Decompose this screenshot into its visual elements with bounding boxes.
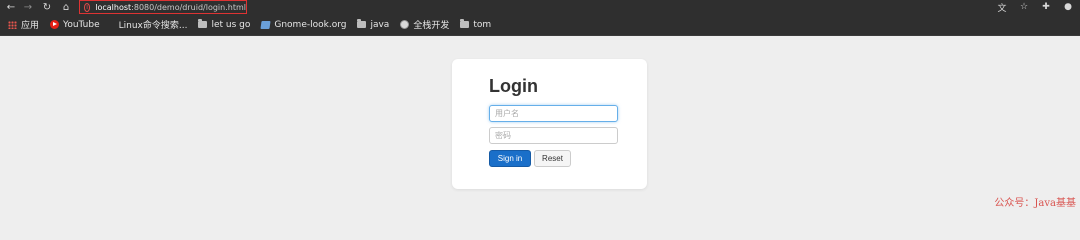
info-icon[interactable]: i — [84, 2, 91, 12]
bookmark-label: Linux命令搜索... — [118, 21, 188, 31]
bookmark-label: tom — [473, 19, 492, 30]
globe-icon — [400, 20, 410, 29]
reload-icon[interactable]: ↻ — [40, 0, 54, 14]
folder-icon — [357, 19, 367, 28]
bookmark-label: java — [370, 19, 390, 30]
password-input[interactable] — [489, 127, 618, 144]
sign-in-button[interactable]: Sign in — [489, 150, 531, 167]
page-content: Login Sign in Reset 公众号：Java基基 — [0, 36, 1080, 213]
bookmark-tom[interactable]: tom — [460, 19, 492, 30]
bookmark-apps[interactable]: 应用 — [8, 18, 39, 31]
url-text: localhost:8080/demo/druid/login.html — [95, 3, 246, 12]
bookmarks-bar: 应用 YouTube Linux命令搜索... let us go Gnome-… — [0, 14, 1080, 36]
bookmark-label: let us go — [211, 19, 251, 30]
reset-button[interactable]: Reset — [534, 150, 571, 167]
bookmark-let-us-go[interactable]: let us go — [198, 19, 251, 30]
toolbar-right-icons: 文 ☆ ✚ ● — [996, 0, 1074, 14]
folder-icon — [198, 19, 208, 28]
login-card: Login Sign in Reset — [452, 59, 647, 189]
bookmark-label: YouTube — [63, 19, 100, 30]
bookmark-gnome-look[interactable]: Gnome-look.org — [260, 19, 347, 30]
youtube-icon — [50, 20, 60, 29]
apps-icon — [8, 20, 17, 29]
folder-icon — [460, 19, 470, 28]
bookmark-label: 应用 — [21, 21, 40, 31]
arrow-right-icon[interactable]: → — [21, 0, 35, 14]
login-title: Login — [489, 76, 538, 96]
bookmark-java[interactable]: java — [357, 19, 390, 30]
star-icon[interactable]: ☆ — [1018, 2, 1030, 12]
username-input[interactable] — [489, 105, 618, 122]
watermark-text: 公众号：Java基基 — [994, 198, 1076, 209]
bookmark-label: 全栈开发 — [413, 21, 450, 31]
url-path: :8080/demo/druid/login.html — [131, 2, 246, 12]
account-icon[interactable]: ● — [1062, 2, 1074, 12]
browser-toolbar: ← → ↻ ⌂ i localhost:8080/demo/druid/logi… — [0, 0, 1080, 14]
translate-icon[interactable]: 文 — [996, 1, 1008, 14]
home-icon[interactable]: ⌂ — [59, 0, 73, 14]
url-host: localhost — [95, 2, 132, 12]
address-bar[interactable]: i localhost:8080/demo/druid/login.html — [79, 0, 247, 14]
bookmark-linux-commands[interactable]: Linux命令搜索... — [111, 18, 188, 31]
bookmark-youtube[interactable]: YouTube — [50, 20, 100, 30]
bookmark-fullstack[interactable]: 全栈开发 — [400, 18, 449, 31]
gnome-icon — [260, 20, 271, 29]
bookmark-label: Gnome-look.org — [274, 19, 347, 30]
extensions-icon[interactable]: ✚ — [1040, 2, 1052, 12]
arrow-left-icon[interactable]: ← — [4, 0, 18, 14]
